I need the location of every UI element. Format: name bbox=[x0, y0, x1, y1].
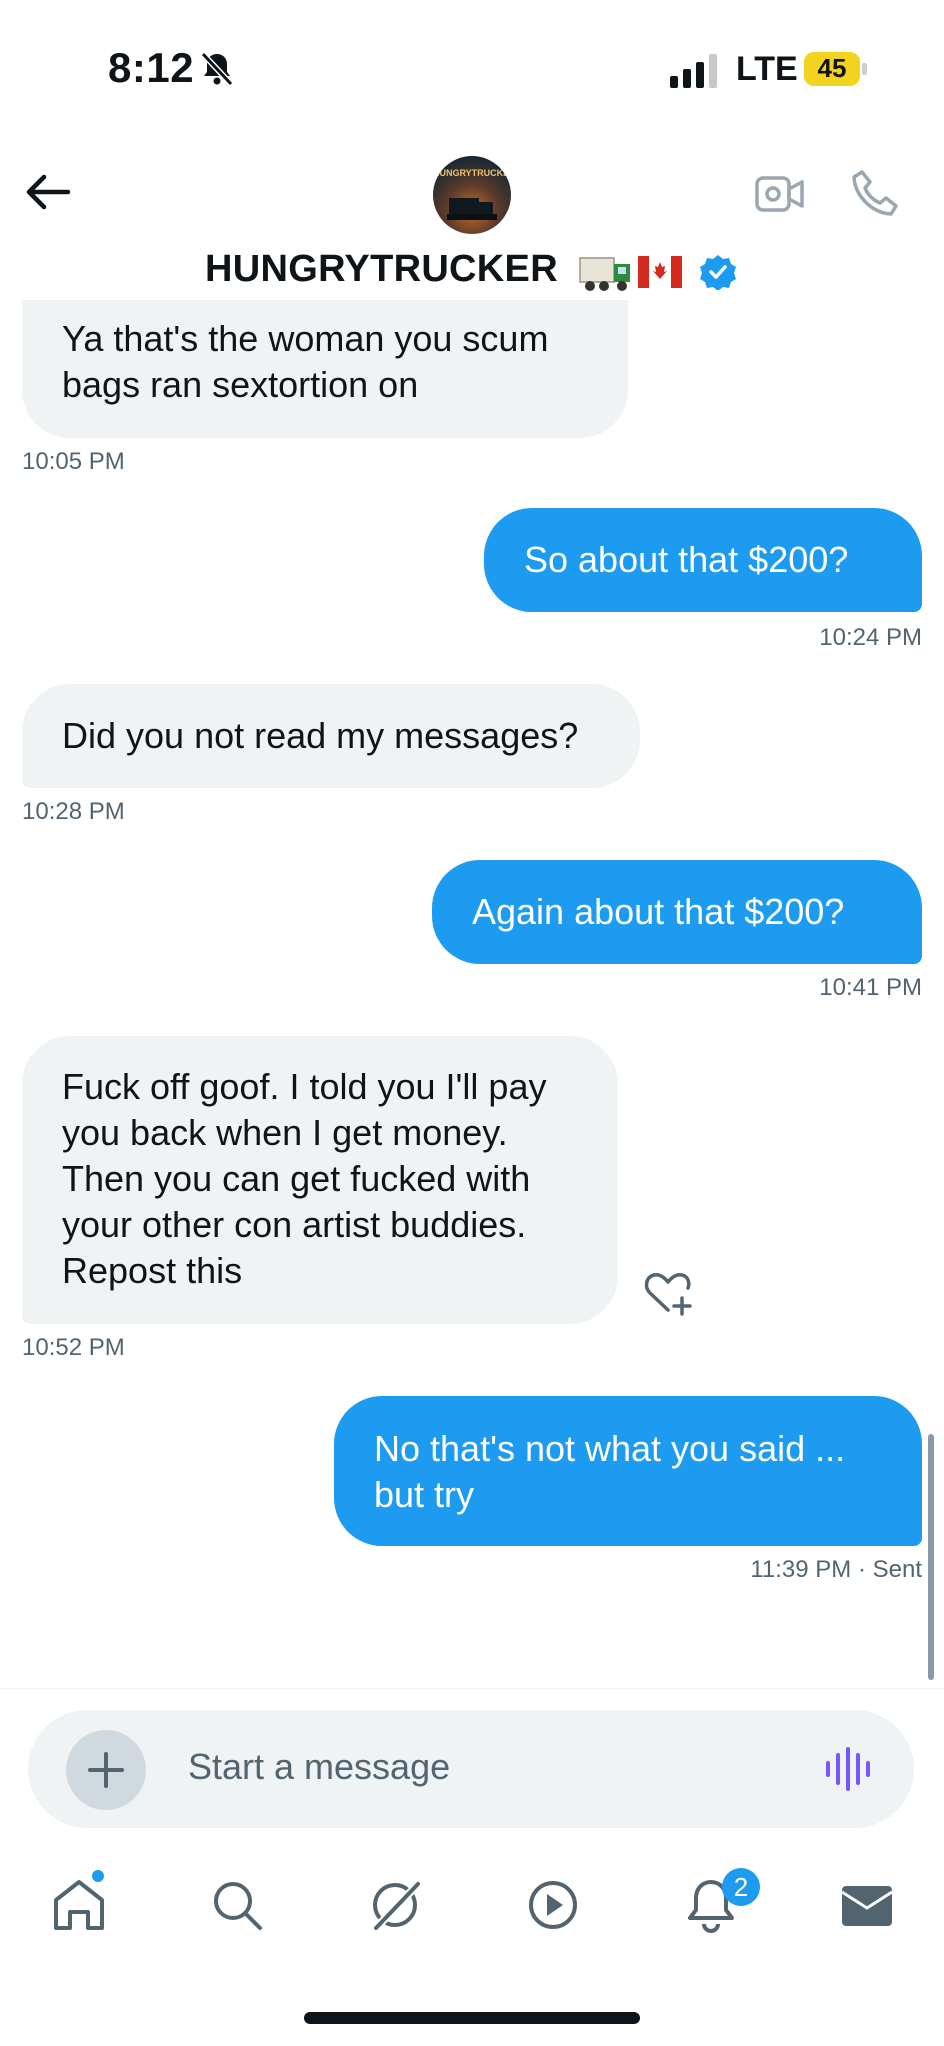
video-icon[interactable] bbox=[524, 1876, 582, 1934]
canada-flag-icon bbox=[638, 256, 682, 288]
back-arrow-icon[interactable] bbox=[24, 172, 72, 212]
home-icon[interactable] bbox=[50, 1876, 108, 1934]
message-bubble-incoming[interactable]: Fuck off goof. I told you I'll pay you b… bbox=[22, 1036, 618, 1324]
search-icon[interactable] bbox=[208, 1876, 266, 1934]
scrollbar[interactable] bbox=[928, 1434, 934, 1680]
message-text: Ya that's the woman you scum bags ran se… bbox=[62, 318, 549, 405]
message-meta: 11:39 PM · Sent bbox=[750, 1556, 922, 1584]
phone-call-icon[interactable] bbox=[850, 168, 900, 218]
bell-muted-icon bbox=[200, 51, 234, 87]
status-time: 8:12 bbox=[108, 44, 195, 91]
grok-icon[interactable] bbox=[366, 1876, 424, 1934]
message-bubble-outgoing[interactable]: Again about that $200? bbox=[432, 860, 922, 964]
message-bubble-incoming[interactable]: Did you not read my messages? bbox=[22, 684, 640, 788]
voice-message-icon[interactable] bbox=[824, 1746, 872, 1792]
message-text: No that's not what you said ... but try bbox=[374, 1428, 846, 1515]
message-text: Did you not read my messages? bbox=[62, 715, 579, 756]
home-indicator bbox=[304, 2012, 640, 2024]
message-bubble-outgoing[interactable]: No that's not what you said ... but try bbox=[334, 1396, 922, 1546]
verified-badge-icon bbox=[700, 255, 736, 290]
message-timestamp: 10:52 PM bbox=[22, 1334, 125, 1361]
heart-add-reaction-icon[interactable] bbox=[642, 1270, 694, 1318]
battery-icon: 45 bbox=[804, 52, 868, 86]
network-label: LTE bbox=[736, 50, 798, 88]
message-bubble-outgoing[interactable]: So about that $200? bbox=[484, 508, 922, 612]
message-bubble-incoming[interactable]: Ya that's the woman you scum bags ran se… bbox=[22, 300, 628, 438]
plus-icon bbox=[88, 1752, 124, 1788]
message-timestamp: 10:24 PM bbox=[819, 624, 922, 651]
message-timestamp: 10:28 PM bbox=[22, 798, 125, 825]
video-call-icon[interactable] bbox=[754, 172, 806, 216]
divider bbox=[0, 1688, 944, 1689]
message-text: So about that $200? bbox=[524, 539, 849, 580]
message-timestamp: 10:41 PM bbox=[819, 974, 922, 1001]
message-timestamp: 10:05 PM bbox=[22, 448, 125, 475]
message-text: Fuck off goof. I told you I'll pay you b… bbox=[62, 1066, 547, 1291]
avatar-label: HUNGRYTRUCKER bbox=[433, 168, 511, 178]
signal-icon bbox=[670, 54, 717, 88]
attach-button[interactable] bbox=[66, 1730, 146, 1810]
notifications-badge: 2 bbox=[722, 1868, 760, 1906]
message-timestamp: 11:39 PM bbox=[750, 1556, 852, 1583]
truck-silhouette-icon bbox=[447, 198, 497, 220]
battery-level: 45 bbox=[817, 53, 847, 83]
messages-icon[interactable] bbox=[838, 1876, 896, 1934]
message-composer[interactable]: Start a message bbox=[28, 1710, 914, 1828]
message-input[interactable]: Start a message bbox=[188, 1746, 450, 1788]
message-status: · Sent bbox=[857, 1556, 922, 1583]
message-text: Again about that $200? bbox=[472, 891, 845, 932]
conversation-title[interactable]: HUNGRYTRUCKER bbox=[0, 246, 944, 296]
avatar[interactable]: HUNGRYTRUCKER bbox=[433, 156, 511, 234]
home-unread-dot bbox=[92, 1870, 104, 1882]
truck-emoji-icon bbox=[579, 257, 630, 291]
display-name: HUNGRYTRUCKER bbox=[205, 248, 558, 290]
